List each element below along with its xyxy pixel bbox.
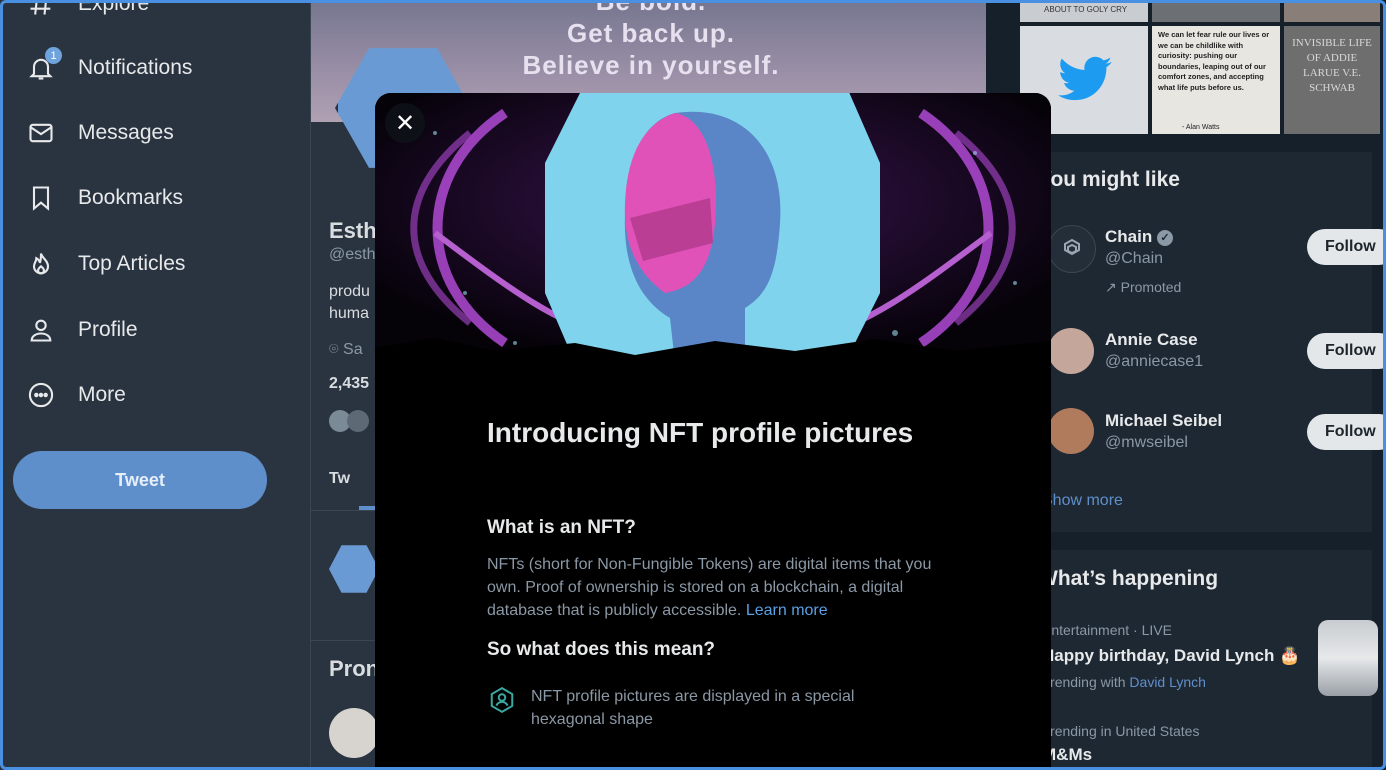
account-handle: @mwseibel: [1105, 434, 1188, 451]
trend-thumbnail[interactable]: [1318, 620, 1378, 696]
sidebar-item-label: Explore: [78, 0, 150, 15]
photo-tile-book[interactable]: INVISIBLE LIFE OF ADDIE LARUE V.E. SCHWA…: [1284, 26, 1380, 134]
trend-link[interactable]: David Lynch: [1129, 674, 1206, 690]
banner-quote-line: Be bold.: [595, 0, 707, 16]
sidebar-item-bookmarks[interactable]: Bookmarks: [26, 178, 183, 218]
modal-subheading: What is an NFT?: [487, 517, 636, 538]
card-title: You might like: [1038, 168, 1180, 191]
chain-logo-icon: [1064, 238, 1080, 256]
tab-tweets[interactable]: Tw: [329, 470, 350, 488]
hexagon-profile-icon: [490, 686, 514, 714]
trend-meta: Entertainment · LIVE: [1042, 622, 1172, 638]
twitter-bird-icon: [1058, 56, 1112, 101]
location-text: Sa: [343, 341, 363, 358]
card-title: What’s happening: [1038, 567, 1219, 590]
avatar-annie-case[interactable]: [1048, 328, 1094, 374]
bell-icon: 1: [26, 47, 62, 83]
location-pin-icon: ⌾: [329, 341, 344, 358]
nft-definition-text: NFTs (short for Non-Fungible Tokens) are…: [487, 556, 932, 619]
sidebar-item-notifications[interactable]: 1 Notifications: [26, 47, 193, 88]
photo-caption: ABOUT TO GOLY CRY: [1044, 5, 1128, 14]
follow-button[interactable]: Follow: [1307, 229, 1386, 265]
sidebar-item-profile[interactable]: Profile: [26, 310, 138, 350]
trend-meta: Trending in United States: [1042, 723, 1200, 739]
section-title: Pron: [329, 656, 380, 681]
trend-title[interactable]: Happy birthday, David Lynch 🎂: [1042, 646, 1300, 666]
more-circle-icon: [26, 380, 56, 410]
promoted-text: Promoted: [1120, 279, 1182, 295]
photo-grid: ABOUT TO GOLY CRY We can let fear rule o…: [1020, 0, 1380, 134]
feature-item: NFT profile pictures are displayed in a …: [487, 685, 911, 731]
hashtag-icon: [26, 0, 56, 19]
sidebar-item-more[interactable]: More: [26, 375, 126, 415]
account-handle: @anniecase1: [1105, 353, 1204, 370]
sidebar-item-label: More: [78, 383, 126, 406]
sidebar-item-label: Top Articles: [78, 252, 186, 275]
sidebar-item-top-articles[interactable]: Top Articles: [26, 244, 185, 284]
feature-item-text: NFT profile pictures are displayed in a …: [531, 688, 855, 728]
verified-badge-icon: ✓: [1156, 229, 1173, 246]
avatar-chain[interactable]: [1048, 225, 1096, 273]
photo-tile-quote[interactable]: We can let fear rule our lives or we can…: [1152, 26, 1280, 134]
profile-location: ⌾ Sa: [329, 341, 363, 359]
modal-title: Introducing NFT profile pictures: [487, 417, 914, 448]
profile-bio: huma: [329, 305, 370, 322]
person-icon: [26, 315, 56, 345]
photo-quote-text: We can let fear rule our lives or we can…: [1158, 30, 1270, 92]
follower-avatar: [347, 410, 369, 432]
nft-intro-modal: ✕ Introducing NFT profile pictures What …: [375, 93, 1051, 770]
show-more-link[interactable]: Show more: [1042, 492, 1123, 510]
bookmark-icon: [26, 183, 56, 213]
profile-name: Esth: [329, 218, 377, 243]
account-name[interactable]: Annie Case: [1105, 330, 1198, 350]
promoted-avatar[interactable]: [329, 708, 379, 758]
photo-tile[interactable]: ABOUT TO GOLY CRY: [1020, 0, 1148, 22]
banner-quote-line: Believe in yourself.: [522, 50, 780, 80]
promoted-label: ↗ Promoted: [1105, 279, 1181, 296]
profile-bio: produ: [329, 283, 370, 300]
sidebar-item-messages[interactable]: Messages: [26, 113, 174, 153]
account-name[interactable]: Chain ✓: [1105, 227, 1173, 247]
modal-body-text: NFTs (short for Non-Fungible Tokens) are…: [487, 553, 947, 622]
sidebar-item-label: Bookmarks: [78, 186, 184, 209]
profile-handle: @esth: [329, 246, 376, 263]
profile-stat: 2,435: [329, 375, 370, 392]
nft-hero-illustration: [375, 93, 1051, 363]
promoted-icon: ↗: [1105, 279, 1121, 295]
trend-trending-with: Trending with David Lynch: [1042, 674, 1206, 690]
account-name-text: Chain: [1105, 227, 1153, 246]
photo-tile[interactable]: [1152, 0, 1280, 22]
sidebar-item-label: Notifications: [78, 56, 193, 79]
tweet-button[interactable]: Tweet: [13, 451, 267, 509]
envelope-icon: [26, 118, 56, 148]
account-name[interactable]: Michael Seibel: [1105, 411, 1222, 431]
tweet-avatar[interactable]: [329, 545, 379, 593]
close-button[interactable]: ✕: [385, 103, 425, 143]
nft-head-illustration: [375, 93, 1051, 363]
sidebar-item-label: Messages: [78, 121, 174, 144]
account-handle: @Chain: [1105, 250, 1164, 267]
notification-badge: 1: [45, 47, 62, 64]
follow-button[interactable]: Follow: [1307, 333, 1386, 369]
banner-quote-line: Get back up.: [566, 18, 736, 48]
learn-more-link[interactable]: Learn more: [746, 602, 828, 619]
trending-with-text: Trending with: [1042, 674, 1126, 690]
sidebar-item-explore[interactable]: Explore: [26, 0, 149, 24]
photo-book-text: INVISIBLE LIFE OF ADDIE LARUE V.E. SCHWA…: [1292, 37, 1372, 94]
photo-quote-author: - Alan Watts: [1182, 124, 1220, 131]
left-sidebar: Explore 1 Notifications Messages Bookmar…: [0, 0, 310, 770]
avatar-michael-seibel[interactable]: [1048, 408, 1094, 454]
follow-button[interactable]: Follow: [1307, 414, 1386, 450]
sidebar-item-label: Profile: [78, 318, 138, 341]
flame-icon: [26, 249, 56, 279]
modal-subheading: So what does this mean?: [487, 639, 716, 660]
photo-tile[interactable]: [1284, 0, 1380, 22]
